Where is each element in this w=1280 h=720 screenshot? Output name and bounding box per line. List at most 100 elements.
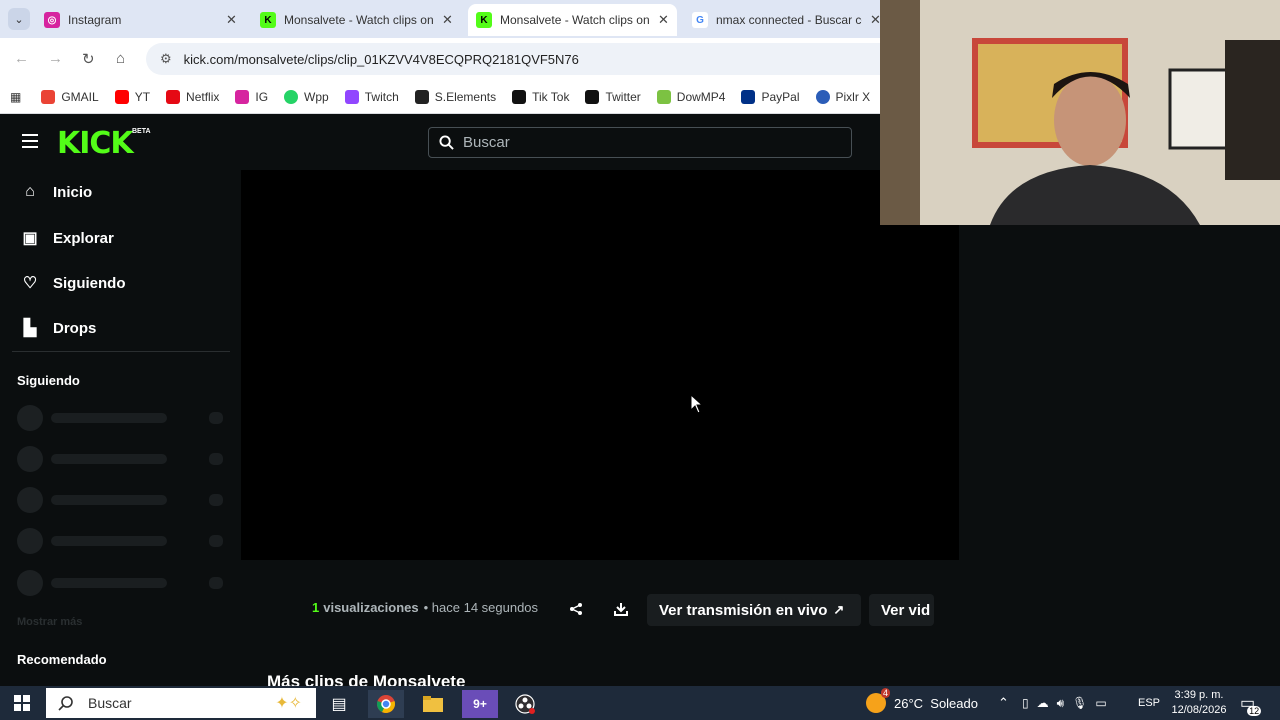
explore-icon: ▣: [22, 230, 38, 247]
weather-badge: 4: [880, 688, 890, 698]
external-link-icon: ↗: [833, 602, 845, 617]
share-icon[interactable]: [565, 598, 587, 620]
bookmark-paypal[interactable]: PayPal: [741, 89, 800, 104]
bookmark-dowmp4[interactable]: DowMP4: [656, 89, 725, 104]
system-tray-icons[interactable]: ▯ ☁ 🔊︎ 🎙︎ ▭: [1022, 686, 1117, 720]
mouse-cursor-icon: [690, 394, 704, 414]
whatsapp-icon: [284, 89, 299, 104]
watch-vod-button[interactable]: Ver vid: [869, 594, 934, 626]
clip-video-player[interactable]: [241, 170, 959, 560]
kick-icon: K: [260, 12, 276, 28]
sidebar-item-label: Siguiendo: [53, 274, 126, 292]
twitch-icon: [344, 89, 359, 104]
webcam-image: [880, 0, 1280, 225]
bookmark-twitter[interactable]: Twitter: [585, 89, 641, 104]
notification-icon: ▭ 12: [1240, 695, 1262, 716]
close-icon[interactable]: ✕: [226, 12, 237, 28]
x-icon: [585, 89, 600, 104]
tab-title: nmax connected - Buscar con: [716, 13, 862, 27]
bookmark-netflix[interactable]: Netflix: [166, 89, 219, 104]
show-more-link[interactable]: Mostrar más: [17, 616, 82, 628]
weather-widget[interactable]: 4 26°C Soleado: [866, 686, 978, 720]
reload-icon[interactable]: ↻: [82, 50, 95, 68]
tab-title: Instagram: [68, 13, 122, 27]
microphone-icon: 🎙︎: [1072, 696, 1088, 710]
apps-grid-icon[interactable]: ▦: [10, 90, 21, 104]
kick-icon: K: [476, 12, 492, 28]
clip-meta: 1 visualizaciones • hace 14 segundos: [312, 600, 538, 615]
tab-monsalvete-1[interactable]: K Monsalvete - Watch clips on K ✕: [252, 4, 461, 36]
tab-monsalvete-2[interactable]: K Monsalvete - Watch clips on K ✕: [468, 4, 677, 36]
heart-icon: ♡: [22, 275, 38, 292]
search-placeholder: Buscar: [463, 134, 510, 151]
back-icon[interactable]: ←: [14, 50, 29, 67]
drops-icon: ▙: [23, 320, 37, 337]
forward-icon[interactable]: →: [48, 50, 63, 67]
view-count: 1: [312, 600, 320, 615]
webcam-overlay: [880, 0, 1280, 225]
bookmark-twitch[interactable]: Twitch: [344, 89, 399, 104]
channel-skeleton: [17, 528, 227, 554]
bookmark-pixlr[interactable]: Pixlr X: [815, 89, 870, 104]
google-icon: G: [692, 12, 708, 28]
language-indicator[interactable]: ESP: [1138, 686, 1160, 720]
windows-start-icon[interactable]: [14, 695, 30, 711]
bookmark-yt[interactable]: YT: [114, 89, 150, 104]
clock[interactable]: 3:39 p. m. 12/08/2026: [1164, 688, 1234, 718]
cloud-icon: ☁: [1036, 696, 1049, 710]
close-icon[interactable]: ✕: [442, 12, 453, 28]
tab-search-button[interactable]: ⌄: [8, 8, 30, 30]
sidebar-divider: [12, 351, 230, 352]
youtube-icon: [114, 89, 129, 104]
instagram-icon: [235, 89, 250, 104]
home-icon: ⌂: [25, 183, 35, 200]
selements-icon: [414, 89, 429, 104]
tab-title: Monsalvete - Watch clips on K: [500, 13, 650, 27]
search-input[interactable]: Buscar: [428, 127, 852, 158]
menu-icon[interactable]: [22, 134, 38, 148]
chrome-icon[interactable]: [368, 690, 404, 718]
sidebar-item-drops[interactable]: ▙ Drops: [20, 318, 97, 338]
watch-live-label: Ver transmisión en vivo: [659, 601, 828, 619]
volume-icon: 🔊︎: [1056, 695, 1065, 710]
channel-skeleton: [17, 446, 227, 472]
windows-taskbar: Buscar ✦✧ ▤ 9+ 4 26°C Soleado ⌃ ▯ ☁ 🔊︎ 🎙…: [0, 686, 1280, 720]
bookmark-ig[interactable]: IG: [235, 89, 268, 104]
tab-instagram[interactable]: ◎ Instagram ✕: [36, 4, 245, 36]
chevron-up-icon[interactable]: ⌃: [998, 686, 1009, 720]
obs-icon[interactable]: [507, 690, 543, 718]
views-label: visualizaciones: [323, 600, 419, 615]
beta-badge: BETA: [132, 128, 151, 135]
taskbar-search-placeholder: Buscar: [88, 695, 132, 711]
sparkle-icon: ✦✧: [275, 695, 302, 712]
tab-title: Monsalvete - Watch clips on K: [284, 13, 434, 27]
bookmark-tiktok[interactable]: Tik Tok: [512, 89, 569, 104]
url-field[interactable]: ⚙ kick.com/monsalvete/clips/clip_01KZVV4…: [146, 43, 906, 75]
watch-live-button[interactable]: Ver transmisión en vivo ↗: [647, 594, 861, 626]
bookmark-gmail[interactable]: GMAIL: [41, 89, 99, 104]
sidebar-item-label: Inicio: [53, 183, 93, 201]
site-info-icon[interactable]: ⚙: [160, 51, 172, 67]
tiktok-icon: [512, 89, 527, 104]
taskbar-search-input[interactable]: Buscar ✦✧: [46, 688, 316, 718]
tab-google-search[interactable]: G nmax connected - Buscar con ✕: [684, 4, 889, 36]
home-icon[interactable]: ⌂: [116, 50, 125, 67]
sidebar-item-inicio[interactable]: ⌂ Inicio: [20, 183, 92, 201]
bookmark-wpp[interactable]: Wpp: [284, 89, 329, 104]
channel-skeleton: [17, 570, 227, 596]
network-icon: ▭: [1095, 696, 1107, 710]
file-explorer-icon[interactable]: [415, 690, 451, 718]
discord-icon[interactable]: 9+: [462, 690, 498, 718]
close-icon[interactable]: ✕: [658, 12, 669, 28]
instagram-icon: ◎: [44, 12, 60, 28]
sidebar-item-siguiendo[interactable]: ♡ Siguiendo: [20, 273, 126, 293]
clip-time: • hace 14 segundos: [423, 600, 539, 615]
notifications-button[interactable]: ▭ 12: [1240, 686, 1262, 720]
more-clips-heading: Más clips de Monsalvete: [267, 672, 466, 686]
bookmark-selements[interactable]: S.Elements: [414, 89, 496, 104]
download-icon[interactable]: [610, 598, 632, 620]
kick-logo[interactable]: KICK: [57, 126, 134, 161]
task-view-icon[interactable]: ▤: [321, 690, 357, 718]
android-icon: [656, 89, 671, 104]
sidebar-item-explorar[interactable]: ▣ Explorar: [20, 228, 113, 248]
